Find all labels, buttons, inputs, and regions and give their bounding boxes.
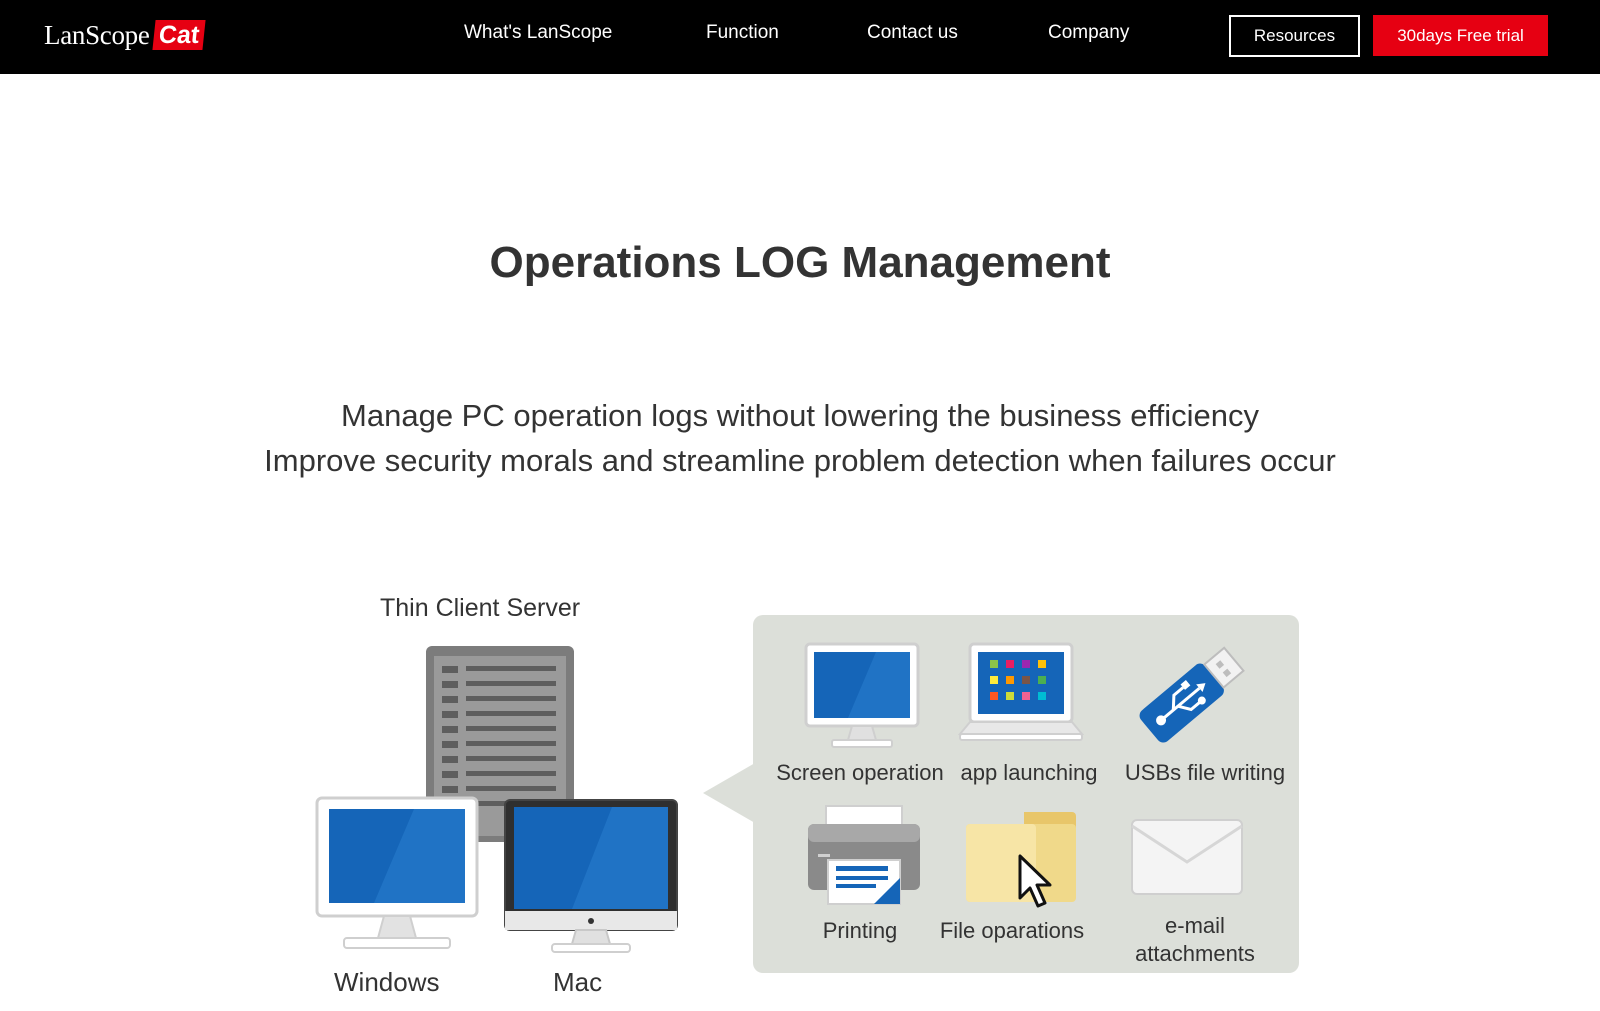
server-label: Thin Client Server — [380, 594, 581, 622]
op-label-email-line-1: e-mail — [1165, 913, 1225, 938]
op-label-screen: Screen operation — [776, 760, 944, 785]
laptop-icon — [958, 642, 1084, 741]
printer-icon — [808, 805, 920, 905]
monitor-icon — [804, 642, 920, 748]
mac-label: Mac — [553, 967, 603, 997]
folder-icon — [966, 812, 1076, 908]
op-label-printing: Printing — [822, 918, 898, 943]
op-label-email-line-2: attachments — [1135, 941, 1255, 966]
usb-icon — [1139, 646, 1245, 743]
mac-monitor-icon — [504, 799, 678, 953]
windows-monitor-icon — [315, 796, 479, 949]
op-label-app: app launching — [960, 760, 1098, 785]
windows-label: Windows — [334, 967, 440, 997]
op-label-usb: USBs file writing — [1124, 760, 1286, 785]
speech-tail — [703, 763, 755, 823]
op-label-file: File oparations — [939, 918, 1085, 943]
envelope-icon — [1131, 819, 1243, 895]
operations-diagram: Thin Client Server Windows Mac Screen op… — [0, 0, 1600, 1011]
op-label-email: e-mail attachments — [1110, 912, 1280, 968]
